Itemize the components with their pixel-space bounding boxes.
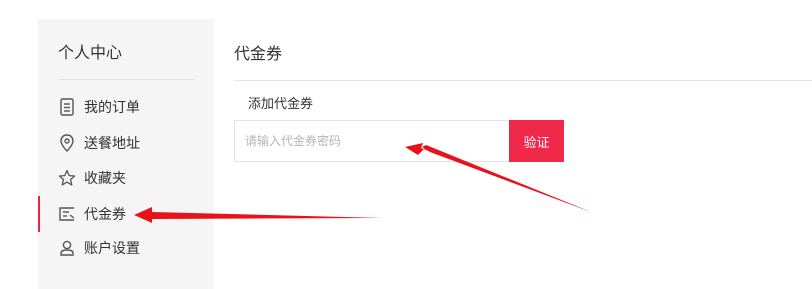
sidebar-item-favorites[interactable]: 收藏夹 xyxy=(38,164,214,192)
sidebar-item-account-settings[interactable]: 账户设置 xyxy=(38,234,214,262)
sidebar: 个人中心 我的订单 送餐地址 收藏夹 代金券 账户设置 xyxy=(38,19,214,289)
section-title: 添加代金券 xyxy=(248,97,314,112)
sidebar-item-label: 账户设置 xyxy=(84,241,140,257)
voucher-icon xyxy=(58,205,76,223)
sidebar-divider xyxy=(58,79,194,80)
user-icon xyxy=(58,239,76,257)
sidebar-item-address[interactable]: 送餐地址 xyxy=(38,129,214,157)
sidebar-title: 个人中心 xyxy=(58,43,123,62)
sidebar-item-label: 我的订单 xyxy=(84,100,140,116)
sidebar-item-label: 代金券 xyxy=(84,207,126,223)
sidebar-item-label: 送餐地址 xyxy=(84,136,140,152)
voucher-code-input[interactable] xyxy=(234,120,509,162)
location-pin-icon xyxy=(58,134,76,152)
page-title: 代金券 xyxy=(234,44,283,63)
star-icon xyxy=(58,169,76,187)
sidebar-item-orders[interactable]: 我的订单 xyxy=(38,93,214,121)
order-list-icon xyxy=(58,98,76,116)
sidebar-item-vouchers[interactable]: 代金券 xyxy=(38,196,214,232)
sidebar-item-label: 收藏夹 xyxy=(84,171,126,187)
title-divider xyxy=(234,80,812,81)
verify-button[interactable]: 验证 xyxy=(509,120,564,162)
